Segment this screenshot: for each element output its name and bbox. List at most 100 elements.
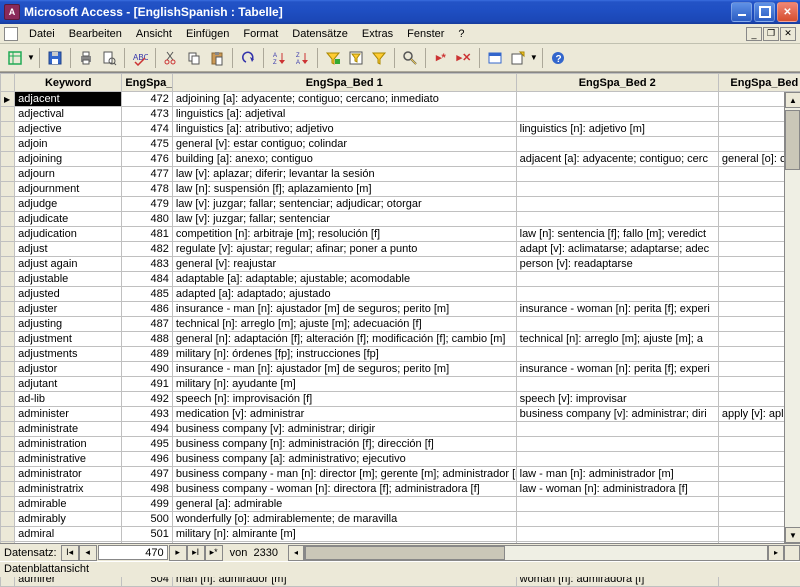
table-row[interactable]: adjust482regulate [v]: ajustar; regular;… — [1, 242, 800, 257]
row-selector[interactable] — [1, 362, 15, 377]
cell-index[interactable]: 499 — [122, 497, 173, 512]
horizontal-scrollbar[interactable]: ◂ ▸ — [288, 545, 800, 561]
datasheet[interactable]: Keyword EngSpa_I EngSpa_Bed 1 EngSpa_Bed… — [0, 72, 800, 543]
table-row[interactable]: adjective474linguistics [a]: atributivo;… — [1, 122, 800, 137]
cell-index[interactable]: 486 — [122, 302, 173, 317]
cell-index[interactable]: 482 — [122, 242, 173, 257]
menu-insert[interactable]: Einfügen — [179, 26, 236, 42]
cell-keyword[interactable]: adjudge — [15, 197, 122, 212]
table-row[interactable]: adjustments489military [n]: órdenes [fp]… — [1, 347, 800, 362]
table-row[interactable]: adjutant491military [n]: ayudante [m] — [1, 377, 800, 392]
cell-keyword[interactable]: adjudicate — [15, 212, 122, 227]
table-row[interactable]: administrator497business company - man [… — [1, 467, 800, 482]
cell-bed2[interactable] — [516, 317, 718, 332]
menu-records[interactable]: Datensätze — [285, 26, 355, 42]
row-selector[interactable] — [1, 182, 15, 197]
maximize-button[interactable] — [754, 2, 775, 22]
cell-bed2[interactable] — [516, 197, 718, 212]
row-selector[interactable] — [1, 197, 15, 212]
cell-index[interactable]: 476 — [122, 152, 173, 167]
cell-bed2[interactable]: person [v]: readaptarse — [516, 257, 718, 272]
row-selector-header[interactable] — [1, 74, 15, 92]
cell-index[interactable]: 490 — [122, 362, 173, 377]
column-header-engspa-bed3[interactable]: EngSpa_Bed 3 — [718, 74, 800, 92]
row-selector[interactable] — [1, 452, 15, 467]
row-selector[interactable] — [1, 302, 15, 317]
cell-bed1[interactable]: business company [n]: administración [f]… — [172, 437, 516, 452]
cell-keyword[interactable]: adjustable — [15, 272, 122, 287]
cell-bed1[interactable]: general [n]: adaptación [f]; alteración … — [172, 332, 516, 347]
cell-index[interactable]: 491 — [122, 377, 173, 392]
cell-index[interactable]: 500 — [122, 512, 173, 527]
row-selector[interactable] — [1, 377, 15, 392]
vertical-scroll-thumb[interactable] — [785, 110, 800, 170]
cell-bed2[interactable] — [516, 422, 718, 437]
cell-index[interactable]: 478 — [122, 182, 173, 197]
cell-index[interactable]: 472 — [122, 92, 173, 107]
minimize-button[interactable] — [731, 2, 752, 22]
scroll-up-button[interactable]: ▲ — [785, 92, 800, 108]
mdi-close-button[interactable]: ✕ — [780, 27, 796, 41]
table-row[interactable]: adjudge479law [v]: juzgar; fallar; sente… — [1, 197, 800, 212]
table-row[interactable]: adjourn477law [v]: aplazar; diferir; lev… — [1, 167, 800, 182]
mdi-minimize-button[interactable]: _ — [746, 27, 762, 41]
cell-bed2[interactable] — [516, 212, 718, 227]
cell-index[interactable]: 492 — [122, 392, 173, 407]
menu-help[interactable]: ? — [451, 26, 471, 42]
cell-index[interactable]: 477 — [122, 167, 173, 182]
cell-index[interactable]: 480 — [122, 212, 173, 227]
cell-index[interactable]: 475 — [122, 137, 173, 152]
cell-bed2[interactable] — [516, 497, 718, 512]
database-window-icon[interactable] — [484, 47, 506, 69]
horizontal-scroll-thumb[interactable] — [305, 546, 505, 560]
row-selector[interactable] — [1, 467, 15, 482]
cell-bed1[interactable]: law [v]: juzgar; fallar; sentenciar — [172, 212, 516, 227]
cell-keyword[interactable]: admirably — [15, 512, 122, 527]
table-row[interactable]: adjustment488general [n]: adaptación [f]… — [1, 332, 800, 347]
menu-edit[interactable]: Bearbeiten — [62, 26, 129, 42]
menu-window[interactable]: Fenster — [400, 26, 451, 42]
first-record-button[interactable]: I◂ — [61, 545, 79, 561]
cell-bed1[interactable]: linguistics [a]: atributivo; adjetivo — [172, 122, 516, 137]
row-selector[interactable] — [1, 347, 15, 362]
cell-bed1[interactable]: general [v]: estar contiguo; colindar — [172, 137, 516, 152]
row-selector[interactable] — [1, 437, 15, 452]
cell-bed1[interactable]: business company - woman [n]: directora … — [172, 482, 516, 497]
find-icon[interactable] — [399, 47, 421, 69]
cell-index[interactable]: 474 — [122, 122, 173, 137]
row-selector[interactable] — [1, 212, 15, 227]
table-row[interactable]: adjoin475general [v]: estar contiguo; co… — [1, 137, 800, 152]
column-header-keyword[interactable]: Keyword — [15, 74, 122, 92]
cell-bed1[interactable]: regulate [v]: ajustar; regular; afinar; … — [172, 242, 516, 257]
row-selector[interactable] — [1, 107, 15, 122]
cell-bed2[interactable] — [516, 437, 718, 452]
new-record-nav-button[interactable]: ▸* — [205, 545, 223, 561]
row-selector[interactable] — [1, 122, 15, 137]
spell-check-icon[interactable]: ABC — [129, 47, 151, 69]
cell-bed1[interactable]: medication [v]: administrar — [172, 407, 516, 422]
cell-bed1[interactable]: adapted [a]: adaptado; ajustado — [172, 287, 516, 302]
row-selector[interactable] — [1, 527, 15, 542]
row-selector[interactable] — [1, 137, 15, 152]
cell-keyword[interactable]: admiral — [15, 527, 122, 542]
cell-keyword[interactable]: adjourn — [15, 167, 122, 182]
mdi-restore-button[interactable]: ❐ — [763, 27, 779, 41]
cell-index[interactable]: 496 — [122, 452, 173, 467]
help-icon[interactable]: ? — [547, 47, 569, 69]
row-selector[interactable] — [1, 407, 15, 422]
table-row[interactable]: admirably500wonderfully [o]: admirableme… — [1, 512, 800, 527]
table-row[interactable]: admirable499general [a]: admirable — [1, 497, 800, 512]
cell-index[interactable]: 479 — [122, 197, 173, 212]
cell-keyword[interactable]: adjust — [15, 242, 122, 257]
column-header-engspa-bed1[interactable]: EngSpa_Bed 1 — [172, 74, 516, 92]
record-number-input[interactable] — [98, 545, 168, 560]
menu-format[interactable]: Format — [236, 26, 285, 42]
table-row[interactable]: adjustable484adaptable [a]: adaptable; a… — [1, 272, 800, 287]
apply-filter-icon[interactable] — [368, 47, 390, 69]
cell-keyword[interactable]: adjoin — [15, 137, 122, 152]
table-row[interactable]: administer493medication [v]: administrar… — [1, 407, 800, 422]
cell-bed2[interactable]: insurance - woman [n]: perita [f]; exper… — [516, 302, 718, 317]
cut-icon[interactable] — [160, 47, 182, 69]
sort-asc-icon[interactable]: AZ — [268, 47, 290, 69]
new-record-icon[interactable]: ▸* — [430, 47, 452, 69]
